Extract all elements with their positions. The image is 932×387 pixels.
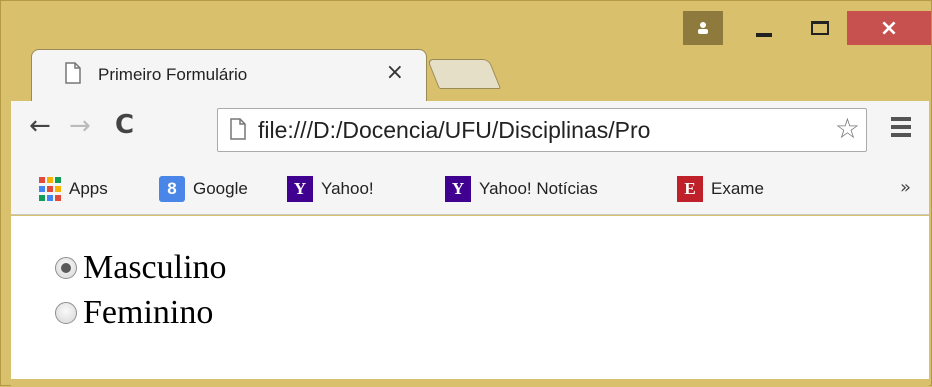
toolbar: ← → C file:///D:/Docencia/UFU/Disciplina… — [11, 101, 929, 163]
menu-icon[interactable] — [891, 117, 911, 141]
bookmark-label: Yahoo! — [321, 179, 374, 198]
radio-button[interactable] — [55, 257, 77, 279]
page-content: Masculino Feminino — [11, 216, 929, 379]
radio-option-masculino[interactable]: Masculino — [55, 249, 227, 287]
page-icon — [230, 118, 246, 140]
bookmark-yahoo-noticias[interactable]: Y Yahoo! Notícias — [445, 175, 598, 203]
browser-window: × Primeiro Formulário × ← → C file:///D:… — [0, 0, 932, 387]
google-icon: 8 — [159, 176, 185, 202]
bookmark-label: Yahoo! Notícias — [479, 179, 598, 198]
radio-button[interactable] — [55, 302, 77, 324]
bookmark-google[interactable]: 8 Google — [159, 175, 248, 203]
user-icon — [698, 22, 708, 34]
bookmark-exame[interactable]: E Exame — [677, 175, 764, 203]
reload-icon[interactable]: C — [115, 110, 134, 140]
radio-option-feminino[interactable]: Feminino — [55, 294, 213, 332]
radio-label: Masculino — [83, 249, 227, 286]
url-text: file:///D:/Docencia/UFU/Disciplinas/Pro — [258, 117, 651, 143]
address-bar[interactable]: file:///D:/Docencia/UFU/Disciplinas/Pro … — [217, 108, 867, 152]
close-window-button[interactable]: × — [847, 11, 931, 45]
bookmark-apps[interactable]: Apps — [39, 175, 108, 203]
back-icon[interactable]: ← — [29, 111, 51, 141]
bookmark-label: Google — [193, 179, 248, 198]
bookmark-label: Exame — [711, 179, 764, 198]
bookmarks-bar: Apps 8 Google Y Yahoo! Y Yahoo! Notícias… — [11, 163, 929, 215]
more-bookmarks-icon[interactable]: » — [900, 177, 911, 198]
yahoo-icon: Y — [287, 176, 313, 202]
tab-primeiro-formulario[interactable]: Primeiro Formulário × — [31, 49, 427, 103]
bookmark-star-icon[interactable]: ☆ — [832, 112, 860, 145]
tab-close-icon[interactable]: × — [386, 60, 404, 85]
minimize-icon — [756, 33, 772, 37]
bookmark-label: Apps — [69, 179, 108, 198]
profile-button[interactable] — [683, 11, 723, 45]
maximize-icon — [811, 21, 829, 35]
page-icon — [65, 62, 81, 84]
maximize-button[interactable] — [795, 11, 845, 45]
close-icon: × — [879, 15, 899, 41]
yahoo-icon: Y — [445, 176, 471, 202]
radio-label: Feminino — [83, 294, 214, 331]
bookmark-yahoo[interactable]: Y Yahoo! — [287, 175, 374, 203]
forward-icon[interactable]: → — [69, 111, 91, 141]
exame-icon: E — [677, 176, 703, 202]
new-tab-button[interactable] — [426, 59, 502, 89]
tab-title: Primeiro Formulário — [98, 65, 248, 84]
apps-grid-icon — [39, 176, 61, 202]
radio-checked-dot — [61, 263, 71, 273]
minimize-button[interactable] — [743, 11, 785, 45]
